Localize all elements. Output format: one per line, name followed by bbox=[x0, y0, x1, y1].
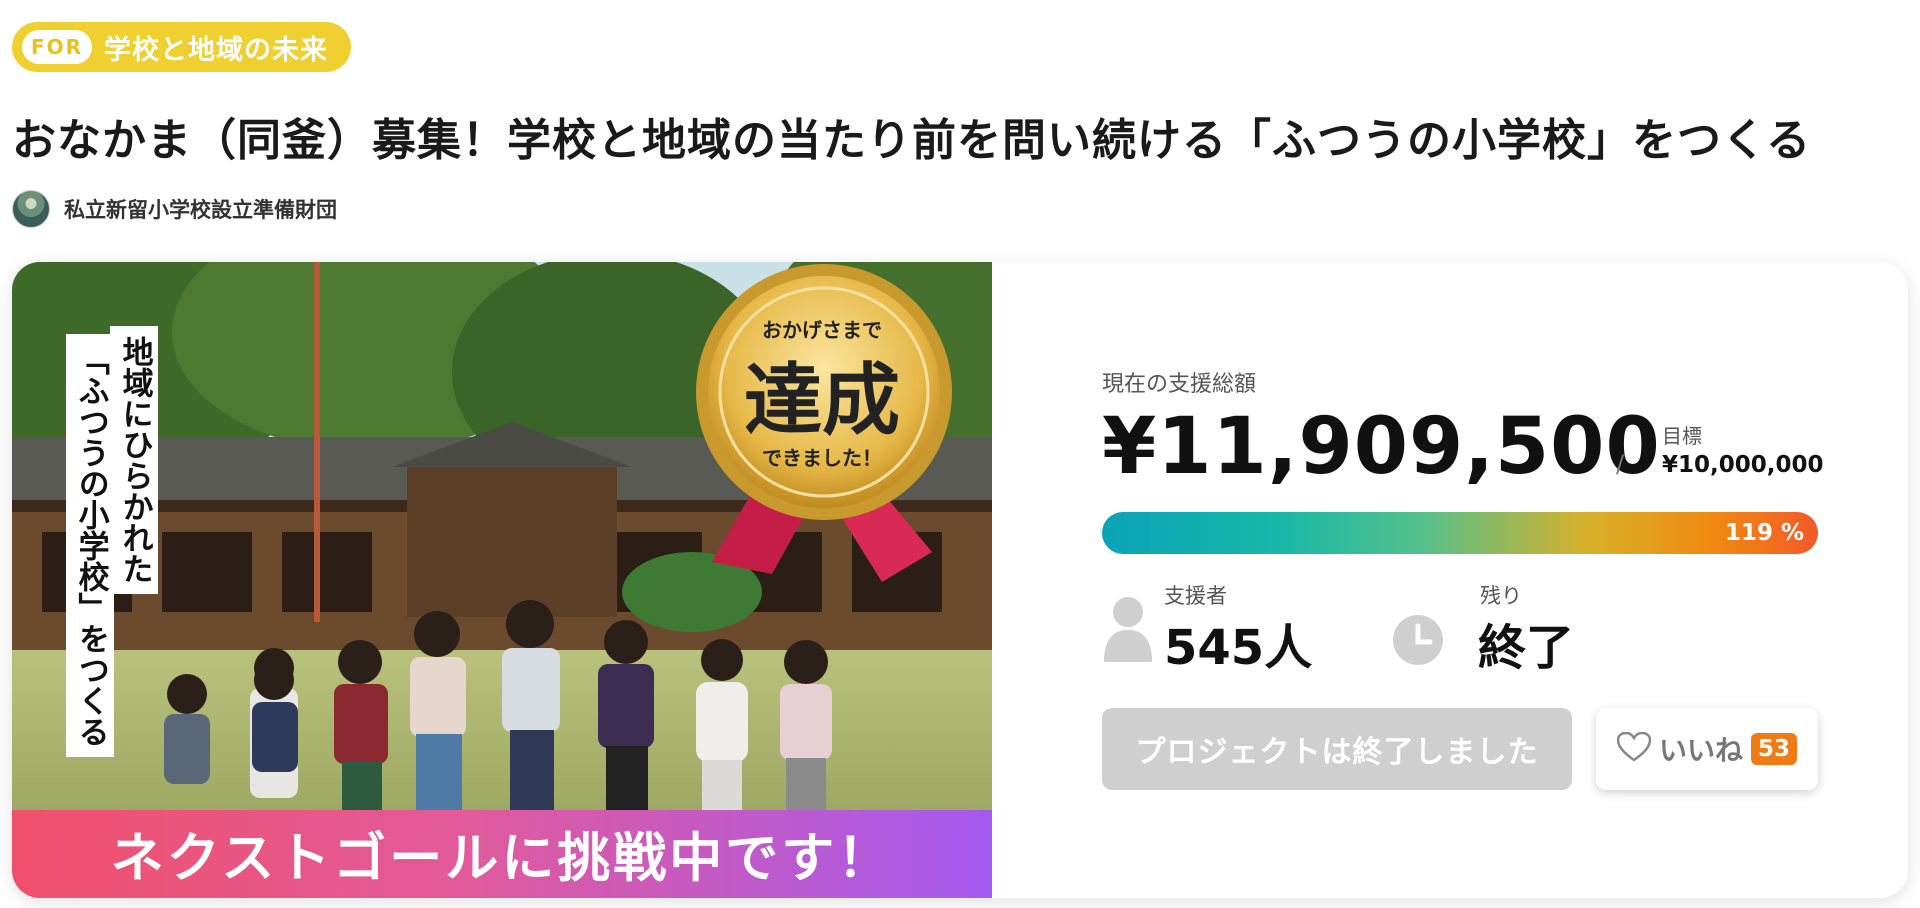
hero-vertical-text-1: 地域にひらかれた bbox=[110, 326, 158, 594]
supporters-value: 545人 bbox=[1164, 620, 1313, 676]
clock-icon bbox=[1392, 614, 1444, 670]
project-ended-button[interactable]: プロジェクトは終了しました bbox=[1102, 708, 1572, 790]
category-tag[interactable]: FOR 学校と地域の未来 bbox=[12, 22, 351, 72]
supporters-label: 支援者 bbox=[1164, 584, 1227, 608]
remaining-label: 残り bbox=[1480, 584, 1522, 608]
project-title: おなかま（同釜）募集！学校と地域の当たり前を問い続ける「ふつうの小学校」をつくる bbox=[12, 115, 1812, 166]
project-owner[interactable]: 私立新留小学校設立準備財団 bbox=[12, 190, 337, 228]
progress-percent: 119 % bbox=[1724, 520, 1804, 546]
category-label: 学校と地域の未来 bbox=[104, 34, 328, 66]
medal-text-bottom: できました！ bbox=[762, 446, 882, 470]
current-amount: ¥11,909,500 bbox=[1102, 402, 1661, 492]
medal-text-main: 達成 bbox=[743, 356, 900, 446]
like-count: 53 bbox=[1751, 733, 1798, 765]
next-goal-banner: ネクストゴールに挑戦中です！ bbox=[12, 810, 992, 898]
heart-icon bbox=[1616, 731, 1652, 766]
funding-panel: 現在の支援総額 ¥11,909,500 / 目標 ¥10,000,000 119… bbox=[1090, 262, 1850, 898]
progress-bar: 119 % bbox=[1102, 512, 1818, 554]
project-card: おかげさまで 達成 できました！ 地域にひらかれた 「ふつうの小学校」をつくる … bbox=[12, 262, 1908, 898]
like-button[interactable]: いいね 53 bbox=[1596, 708, 1818, 790]
hero-image: おかげさまで 達成 できました！ 地域にひらかれた 「ふつうの小学校」をつくる … bbox=[12, 262, 992, 898]
hero-vertical-text-2: 「ふつうの小学校」をつくる bbox=[66, 334, 114, 757]
person-icon bbox=[1102, 596, 1154, 666]
amount-separator: / bbox=[1616, 450, 1625, 478]
current-amount-label: 現在の支援総額 bbox=[1102, 372, 1257, 397]
goal-label: 目標 bbox=[1662, 424, 1702, 448]
goal-amount: ¥10,000,000 bbox=[1662, 452, 1824, 478]
remaining-value: 終了 bbox=[1478, 620, 1575, 676]
like-label: いいね bbox=[1658, 734, 1743, 767]
progress-fill bbox=[1102, 512, 1818, 554]
category-badge: FOR bbox=[22, 30, 92, 64]
owner-avatar[interactable] bbox=[12, 190, 50, 228]
owner-name[interactable]: 私立新留小学校設立準備財団 bbox=[64, 194, 337, 224]
